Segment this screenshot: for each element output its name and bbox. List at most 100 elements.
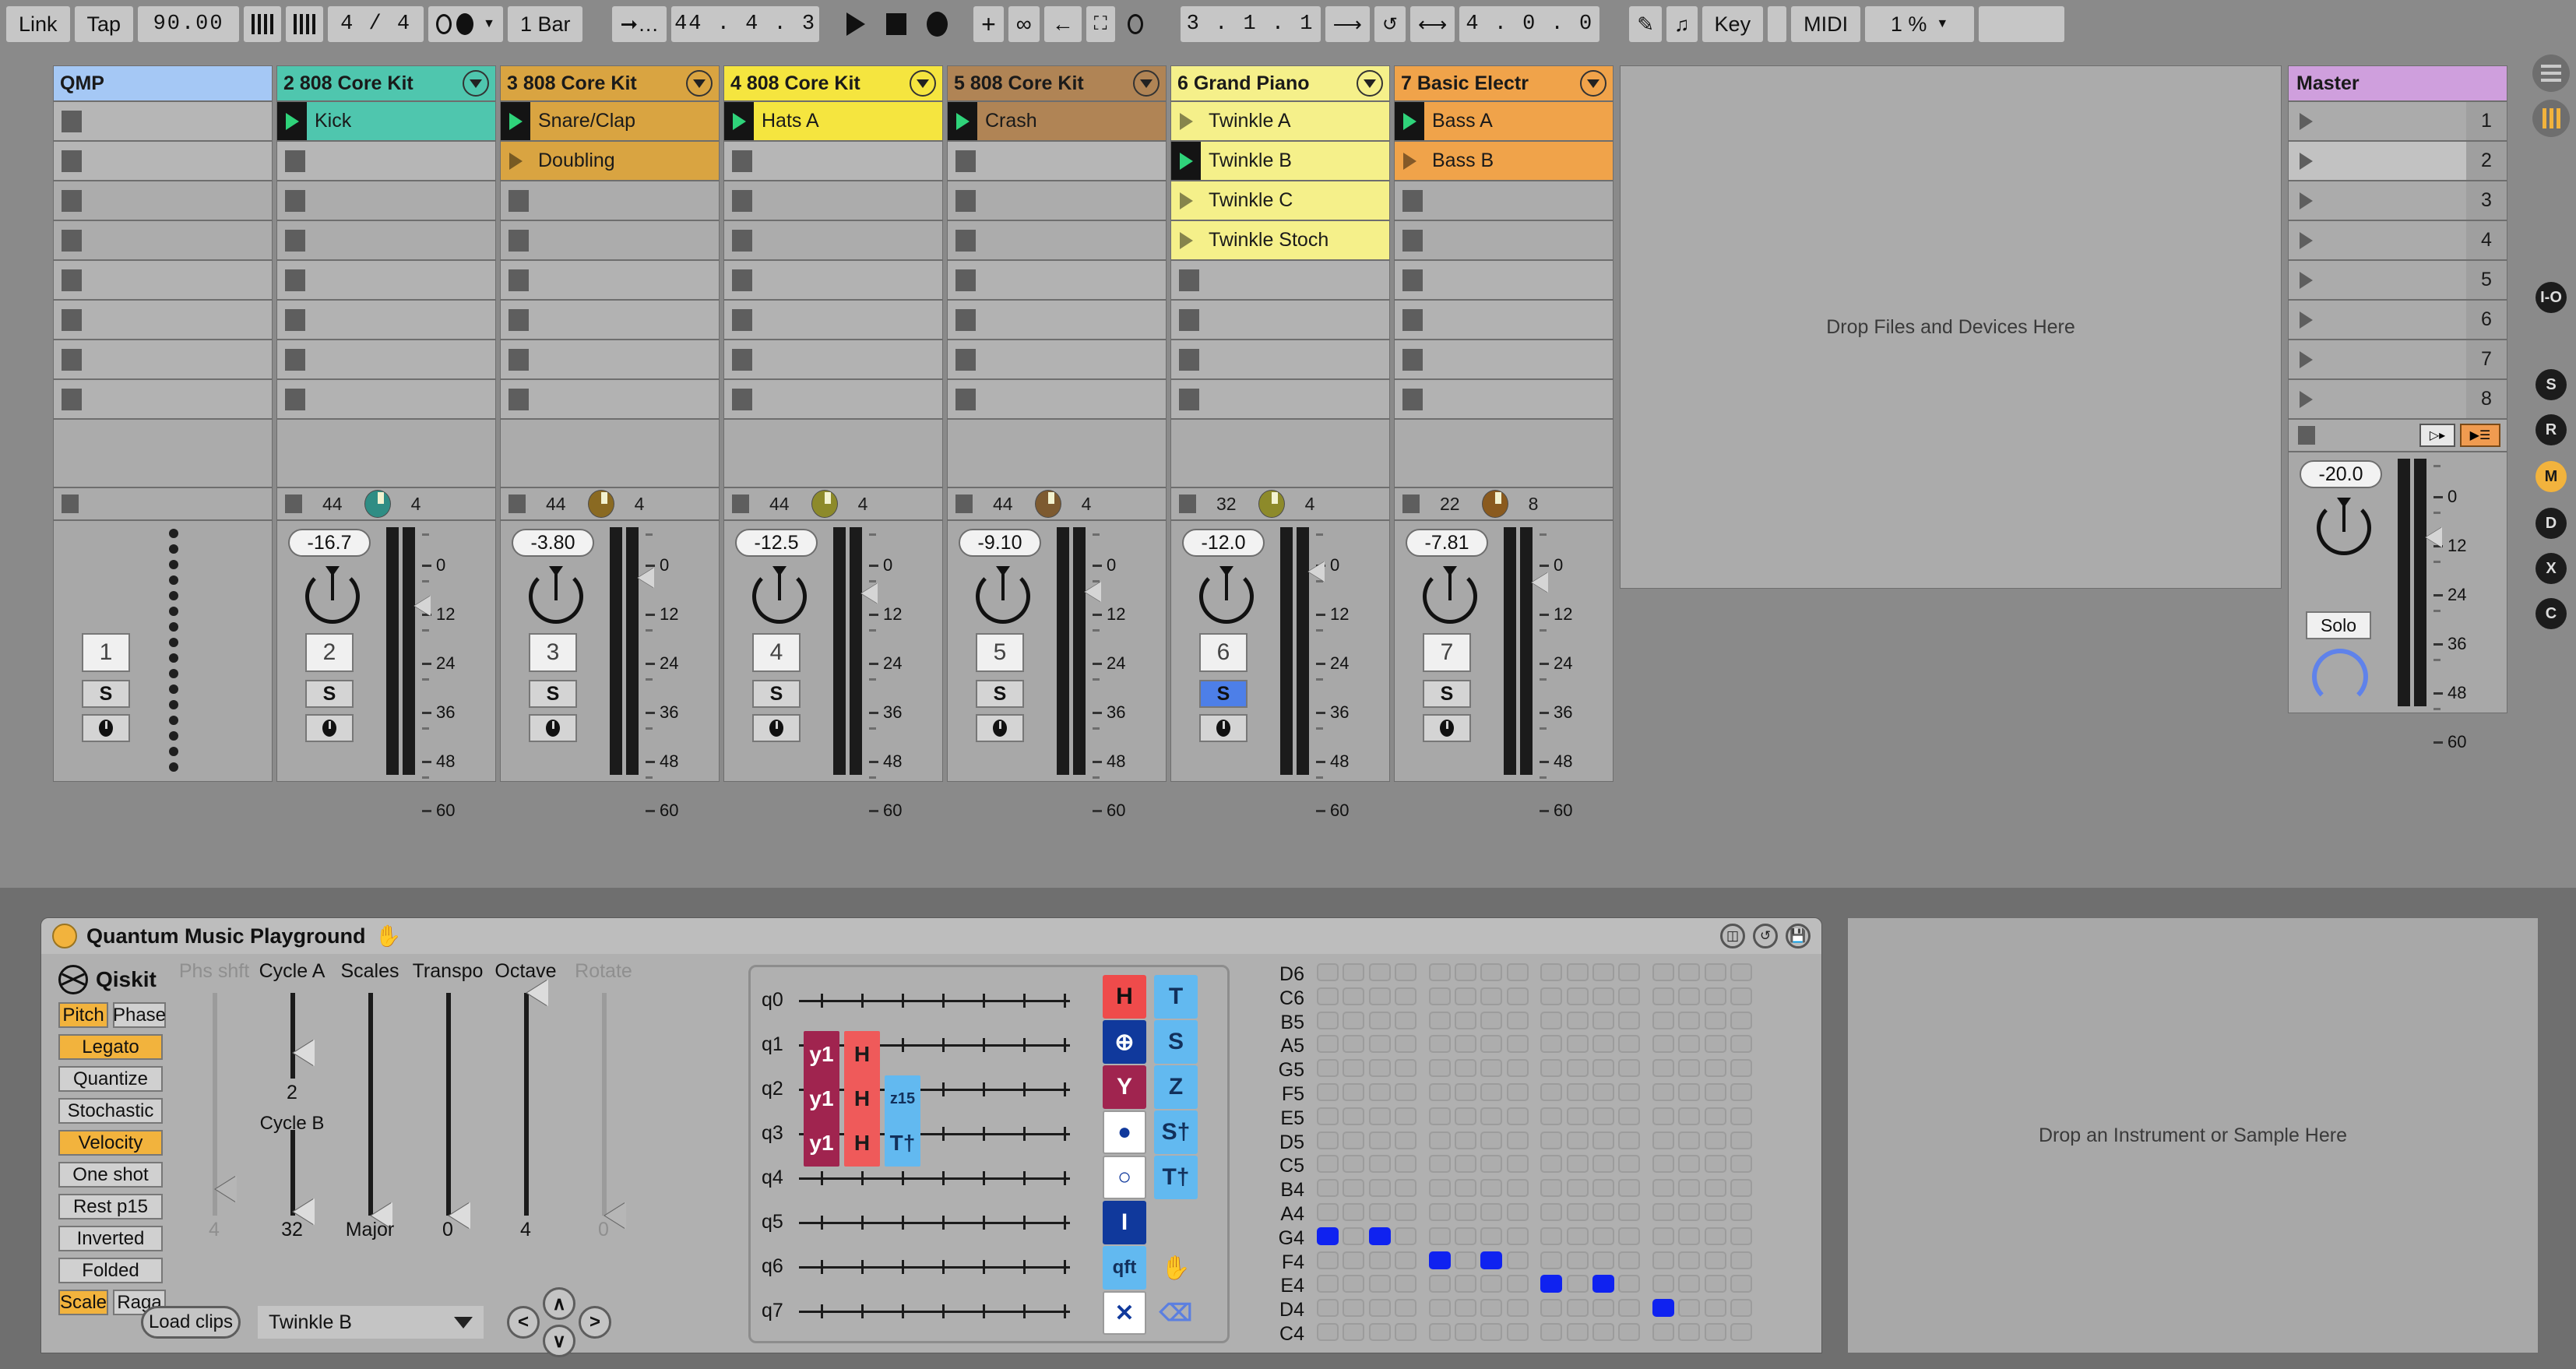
palette-gate-t[interactable]: T†: [1154, 1156, 1198, 1199]
note-cell[interactable]: [1567, 1179, 1589, 1197]
hamburger-icon[interactable]: [2532, 55, 2570, 92]
note-cell[interactable]: [1507, 1012, 1529, 1029]
note-cell[interactable]: [1317, 1227, 1339, 1245]
note-cell[interactable]: [1455, 1059, 1476, 1077]
clip-launch-button[interactable]: [724, 102, 754, 140]
note-cell[interactable]: [1343, 1275, 1364, 1293]
circuit-gate-y1[interactable]: y1: [804, 1075, 839, 1122]
clip-launch-button[interactable]: [501, 102, 530, 140]
note-cell[interactable]: [1507, 1227, 1529, 1245]
note-cell[interactable]: [1592, 1323, 1614, 1341]
clip-slot-empty[interactable]: [53, 340, 273, 379]
note-cell[interactable]: [1652, 1227, 1674, 1245]
instrument-drop-area[interactable]: Drop an Instrument or Sample Here: [1847, 917, 2539, 1353]
note-cell[interactable]: [1343, 1227, 1364, 1245]
note-cell[interactable]: [1369, 1227, 1391, 1245]
master-pan-knob[interactable]: [2317, 501, 2371, 555]
palette-gate-icon13[interactable]: ✕: [1103, 1291, 1146, 1335]
note-cell[interactable]: [1395, 1275, 1416, 1293]
clip-slot-empty[interactable]: [500, 260, 720, 300]
note-cell[interactable]: [1567, 1083, 1589, 1101]
track-name[interactable]: 3 808 Core Kit: [500, 65, 720, 101]
note-cell[interactable]: [1455, 1323, 1476, 1341]
clip-slot-empty[interactable]: [1394, 260, 1614, 300]
note-cell[interactable]: [1369, 1083, 1391, 1101]
scene-launch-icon[interactable]: [2300, 391, 2313, 408]
track-volume-value[interactable]: -9.10: [959, 529, 1041, 557]
note-cell[interactable]: [1480, 987, 1502, 1005]
note-cell[interactable]: [1507, 1035, 1529, 1053]
clip-slot[interactable]: Kick: [276, 101, 496, 141]
nav-up-button[interactable]: ∧: [543, 1287, 575, 1320]
note-cell[interactable]: [1480, 1251, 1502, 1269]
note-cell[interactable]: [1567, 963, 1589, 981]
note-cell[interactable]: [1369, 1107, 1391, 1125]
note-cell[interactable]: [1567, 1299, 1589, 1317]
note-cell[interactable]: [1540, 1227, 1562, 1245]
note-cell[interactable]: [1455, 1179, 1476, 1197]
note-cell[interactable]: [1455, 1227, 1476, 1245]
slider-track[interactable]: [368, 993, 373, 1216]
palette-gate-z[interactable]: Z: [1154, 1065, 1198, 1109]
note-cell[interactable]: [1480, 1035, 1502, 1053]
play-button[interactable]: [838, 6, 874, 42]
note-cell[interactable]: [1395, 1251, 1416, 1269]
circuit-gate-y1[interactable]: y1: [804, 1120, 839, 1167]
clip-slot-empty[interactable]: [276, 141, 496, 181]
note-cell[interactable]: [1540, 1275, 1562, 1293]
note-cell[interactable]: [1507, 1059, 1529, 1077]
circuit-gate-t[interactable]: T†: [885, 1120, 920, 1167]
chevron-down-icon[interactable]: [686, 70, 713, 97]
note-cell[interactable]: [1730, 1035, 1752, 1053]
note-cell[interactable]: [1369, 1299, 1391, 1317]
clip-slot-empty[interactable]: [1170, 260, 1390, 300]
tap-tempo-button[interactable]: Tap: [75, 6, 134, 42]
note-cell[interactable]: [1395, 1083, 1416, 1101]
note-cell[interactable]: [1429, 1131, 1451, 1149]
note-cell[interactable]: [1317, 1299, 1339, 1317]
note-cell[interactable]: [1592, 1083, 1614, 1101]
note-cell[interactable]: [1652, 1323, 1674, 1341]
chevron-down-icon[interactable]: [1580, 70, 1606, 97]
clip-slot-empty[interactable]: [723, 340, 943, 379]
note-cell[interactable]: [1343, 1012, 1364, 1029]
note-cell[interactable]: [1592, 1275, 1614, 1293]
track-stop-button[interactable]: [732, 494, 749, 513]
note-cell[interactable]: [1480, 1107, 1502, 1125]
scene-launch-icon[interactable]: [2300, 272, 2313, 289]
note-cell[interactable]: [1507, 1323, 1529, 1341]
note-cell[interactable]: [1343, 1251, 1364, 1269]
note-cell[interactable]: [1618, 1012, 1640, 1029]
device-power-toggle[interactable]: [52, 924, 77, 948]
scene-launch-slot[interactable]: 7: [2288, 340, 2507, 379]
note-cell[interactable]: [1618, 963, 1640, 981]
scene-launch-icon[interactable]: [2300, 153, 2313, 170]
note-cell[interactable]: [1540, 1107, 1562, 1125]
note-cell[interactable]: [1678, 1155, 1700, 1173]
note-cell[interactable]: [1429, 1275, 1451, 1293]
note-cell[interactable]: [1678, 1323, 1700, 1341]
tempo-field[interactable]: 90.00: [138, 6, 239, 42]
note-cell[interactable]: [1618, 1107, 1640, 1125]
master-volume-value[interactable]: -20.0: [2300, 460, 2382, 488]
toggle-phase[interactable]: Phase: [113, 1002, 166, 1028]
track-name[interactable]: 5 808 Core Kit: [947, 65, 1167, 101]
note-cell[interactable]: [1317, 1275, 1339, 1293]
note-cell[interactable]: [1678, 987, 1700, 1005]
clip-stop-button[interactable]: [62, 111, 82, 132]
note-cell[interactable]: [1592, 1012, 1614, 1029]
circuit-gate-h[interactable]: H: [844, 1120, 880, 1167]
note-cell[interactable]: [1343, 1107, 1364, 1125]
note-cell[interactable]: [1618, 1083, 1640, 1101]
note-cell[interactable]: [1317, 1012, 1339, 1029]
note-cell[interactable]: [1343, 1203, 1364, 1221]
clip-stop-button[interactable]: [285, 269, 305, 291]
note-cell[interactable]: [1369, 987, 1391, 1005]
note-cell[interactable]: [1429, 1059, 1451, 1077]
note-cell[interactable]: [1592, 1059, 1614, 1077]
note-cell[interactable]: [1540, 1203, 1562, 1221]
note-cell[interactable]: [1369, 1179, 1391, 1197]
note-cell[interactable]: [1652, 1203, 1674, 1221]
note-cell[interactable]: [1618, 1059, 1640, 1077]
note-cell[interactable]: [1480, 1299, 1502, 1317]
